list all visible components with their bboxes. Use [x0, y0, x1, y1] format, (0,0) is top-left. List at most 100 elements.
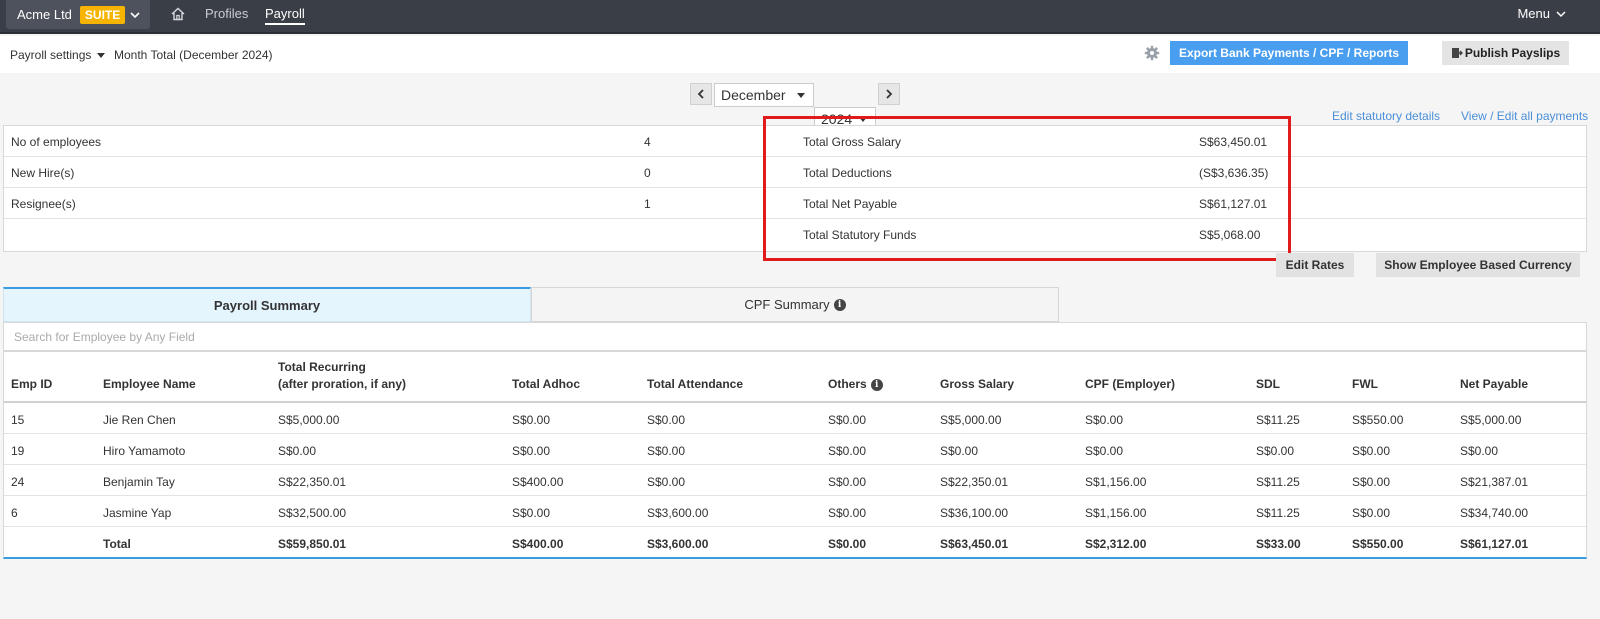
cell-total-adhoc: S$400.00 [512, 537, 564, 551]
cell-total-recurring: S$59,850.01 [278, 537, 347, 551]
cell-others: S$0.00 [828, 506, 867, 520]
tab-cpf-summary[interactable]: CPF Summary i [531, 287, 1059, 322]
cell-total-adhoc: S$0.00 [512, 444, 551, 458]
col-total-attendance: Total Attendance [647, 377, 744, 391]
cell-total-adhoc: S$0.00 [512, 506, 551, 520]
home-icon[interactable] [170, 6, 186, 22]
publish-payslips-button[interactable]: Publish Payslips [1442, 41, 1569, 65]
cell-others: S$0.00 [828, 537, 867, 551]
table-row[interactable]: 6 Jasmine Yap S$32,500.00 S$0.00 S$3,600… [4, 496, 1586, 527]
cell-total-attendance: S$3,600.00 [647, 506, 709, 520]
employee-search-input[interactable] [3, 322, 1587, 351]
cell-total-attendance: S$0.00 [647, 413, 686, 427]
company-switcher[interactable]: Acme Ltd SUITE [6, 0, 150, 29]
cell-others: S$0.00 [828, 444, 867, 458]
stat-label: New Hire(s) [11, 166, 75, 180]
stat-value: 0 [644, 166, 651, 180]
col-fwl: FWL [1352, 377, 1378, 391]
month-select[interactable]: December [714, 83, 814, 107]
cell-net-payable: S$61,127.01 [1460, 537, 1529, 551]
publish-label: Publish Payslips [1464, 46, 1561, 60]
chevron-down-icon[interactable] [128, 8, 142, 22]
sub-header: Payroll settings Month Total (December 2… [0, 36, 1600, 73]
col-emp-id: Emp ID [11, 377, 53, 391]
show-currency-button[interactable]: Show Employee Based Currency [1376, 253, 1580, 277]
col-gross-salary: Gross Salary [940, 377, 1015, 391]
payroll-settings-dropdown[interactable]: Payroll settings [10, 48, 106, 62]
stat-value: 4 [644, 135, 651, 149]
cell-sdl: S$0.00 [1256, 444, 1295, 458]
cell-total-recurring: S$32,500.00 [278, 506, 347, 520]
cell-cpf-employer: S$0.00 [1085, 444, 1124, 458]
col-net-payable: Net Payable [1460, 377, 1529, 391]
cell-total-attendance: S$3,600.00 [647, 537, 709, 551]
cell-total-recurring: S$22,350.01 [278, 475, 347, 489]
next-month-button[interactable] [878, 83, 900, 107]
tab-payroll-summary[interactable]: Payroll Summary [3, 287, 531, 322]
nav-profiles[interactable]: Profiles [205, 6, 248, 21]
chevron-right-icon [886, 89, 893, 99]
month-total-label: Month Total (December 2024) [114, 48, 273, 62]
stat-label: No of employees [11, 135, 102, 149]
cell-cpf-employer: S$2,312.00 [1085, 537, 1147, 551]
cell-sdl: S$33.00 [1256, 537, 1301, 551]
cell-net-payable: S$0.00 [1460, 444, 1499, 458]
edit-statutory-link[interactable]: Edit statutory details [1332, 109, 1440, 123]
cell-emp-id: 19 [11, 444, 25, 458]
export-button[interactable]: Export Bank Payments / CPF / Reports [1170, 41, 1408, 65]
col-total-recurring-line1: Total Recurring [278, 360, 366, 374]
cell-fwl: S$550.00 [1352, 537, 1404, 551]
top-nav: Acme Ltd SUITE Profiles Payroll Menu [0, 0, 1600, 34]
col-employee-name: Employee Name [103, 377, 196, 391]
nav-payroll[interactable]: Payroll [265, 6, 305, 25]
cell-emp-id: 24 [11, 475, 25, 489]
cell-total-attendance: S$0.00 [647, 475, 686, 489]
cell-gross-salary: S$0.00 [940, 444, 979, 458]
cell-employee-name: Jie Ren Chen [103, 413, 176, 427]
cell-fwl: S$550.00 [1352, 413, 1404, 427]
caret-down-icon [797, 93, 805, 98]
tab-label: CPF Summary [744, 297, 830, 312]
gear-icon[interactable] [1144, 45, 1160, 61]
highlight-box [763, 116, 1291, 261]
stat-value: 1 [644, 197, 651, 211]
payroll-settings-label: Payroll settings [10, 48, 92, 62]
table-row[interactable]: 15 Jie Ren Chen S$5,000.00 S$0.00 S$0.00… [4, 403, 1586, 434]
info-icon[interactable]: i [870, 379, 883, 391]
caret-down-icon [97, 52, 106, 58]
table-row[interactable]: 24 Benjamin Tay S$22,350.01 S$400.00 S$0… [4, 465, 1586, 496]
menu-button[interactable]: Menu [1517, 6, 1566, 21]
cell-emp-id: 15 [11, 413, 25, 427]
cell-fwl: S$0.00 [1352, 506, 1391, 520]
cell-fwl: S$0.00 [1352, 444, 1391, 458]
cell-total-adhoc: S$0.00 [512, 413, 551, 427]
cell-total-recurring: S$0.00 [278, 444, 317, 458]
col-total-recurring-line2: (after proration, if any) [278, 377, 407, 391]
cell-employee-name: Hiro Yamamoto [103, 444, 186, 458]
cell-cpf-employer: S$0.00 [1085, 413, 1124, 427]
col-sdl: SDL [1256, 377, 1280, 391]
table-row[interactable]: 19 Hiro Yamamoto S$0.00 S$0.00 S$0.00 S$… [4, 434, 1586, 465]
prev-month-button[interactable] [690, 83, 712, 107]
cell-gross-salary: S$36,100.00 [940, 506, 1009, 520]
col-others-label: Others [828, 377, 867, 391]
suite-badge: SUITE [79, 5, 126, 24]
cell-total-attendance: S$0.00 [647, 444, 686, 458]
cell-gross-salary: S$5,000.00 [940, 413, 1002, 427]
payroll-table: Emp ID Employee Name Total Recurring (af… [3, 351, 1587, 559]
view-all-payments-link[interactable]: View / Edit all payments [1461, 109, 1588, 123]
chevron-down-icon [1556, 10, 1566, 17]
month-value: December [721, 87, 786, 103]
cell-sdl: S$11.25 [1256, 506, 1300, 520]
cell-total-recurring: S$5,000.00 [278, 413, 340, 427]
cell-total-label: Total [103, 537, 131, 551]
info-icon[interactable]: i [833, 298, 846, 311]
chevron-left-icon [697, 89, 704, 99]
col-total-recurring: Total Recurring (after proration, if any… [278, 352, 406, 401]
company-name: Acme Ltd [17, 7, 72, 22]
edit-rates-button[interactable]: Edit Rates [1276, 253, 1354, 277]
cell-fwl: S$0.00 [1352, 475, 1391, 489]
cell-cpf-employer: S$1,156.00 [1085, 475, 1147, 489]
cell-net-payable: S$5,000.00 [1460, 413, 1522, 427]
menu-label: Menu [1517, 6, 1550, 21]
